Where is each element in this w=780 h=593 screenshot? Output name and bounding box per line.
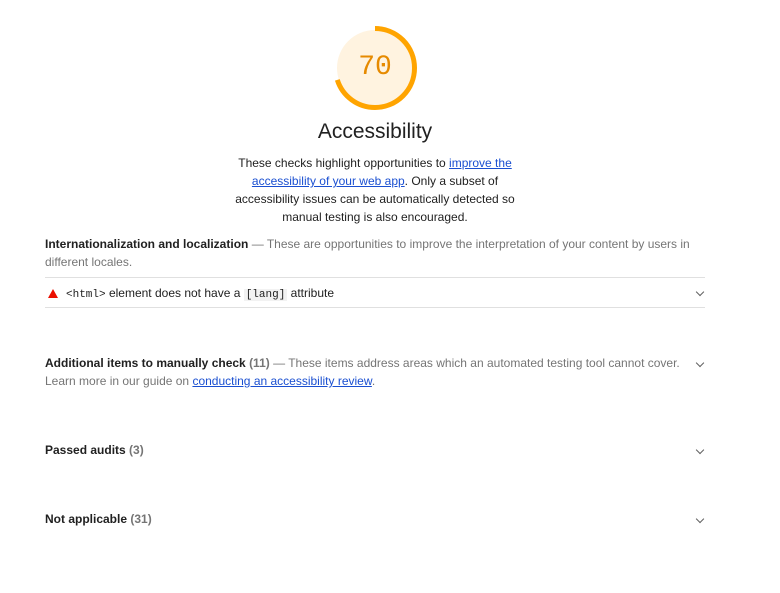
audit-title: <html> element does not have a [lang] at… — [66, 286, 334, 301]
accessibility-review-link[interactable]: conducting an accessibility review — [192, 374, 371, 388]
group-separator: — — [269, 356, 289, 370]
audit-code-lang: [lang] — [243, 289, 288, 301]
group-count-not-applicable: (31) — [130, 512, 152, 526]
group-header-manual[interactable]: Additional items to manually check (11) … — [45, 354, 705, 390]
group-count-passed: (3) — [129, 443, 144, 457]
group-header-passed[interactable]: Passed audits (3) — [45, 443, 705, 457]
chevron-down-icon[interactable] — [695, 287, 705, 297]
group-title-not-applicable: Not applicable — [45, 512, 128, 526]
group-header-i18n: Internationalization and localization — … — [45, 235, 705, 271]
audit-code-html: <html> — [66, 289, 106, 301]
category-description-text: These checks highlight opportunities to — [238, 156, 450, 170]
group-description-manual-end: . — [371, 374, 376, 388]
chevron-down-icon[interactable] — [695, 514, 705, 524]
category-description: These checks highlight opportunities to … — [230, 154, 520, 226]
group-header-not-applicable[interactable]: Not applicable (31) — [45, 512, 705, 526]
group-count-manual: (11) — [249, 356, 270, 370]
group-title-i18n: Internationalization and localization — [45, 237, 249, 251]
audit-text-middle: element does not have a — [105, 286, 244, 300]
score-value: 70 — [358, 52, 392, 83]
group-separator: — — [248, 237, 267, 251]
score-gauge: 70 — [333, 26, 417, 110]
audit-text-end: attribute — [287, 286, 335, 300]
chevron-down-icon[interactable] — [695, 445, 705, 455]
audit-html-has-lang[interactable]: <html> element does not have a [lang] at… — [45, 277, 705, 308]
lighthouse-report-accessibility: 70 Accessibility These checks highlight … — [0, 0, 780, 593]
fail-triangle-icon — [48, 289, 58, 298]
group-title-passed: Passed audits — [45, 443, 126, 457]
category-title: Accessibility — [317, 120, 433, 143]
group-title-manual: Additional items to manually check — [45, 356, 246, 370]
